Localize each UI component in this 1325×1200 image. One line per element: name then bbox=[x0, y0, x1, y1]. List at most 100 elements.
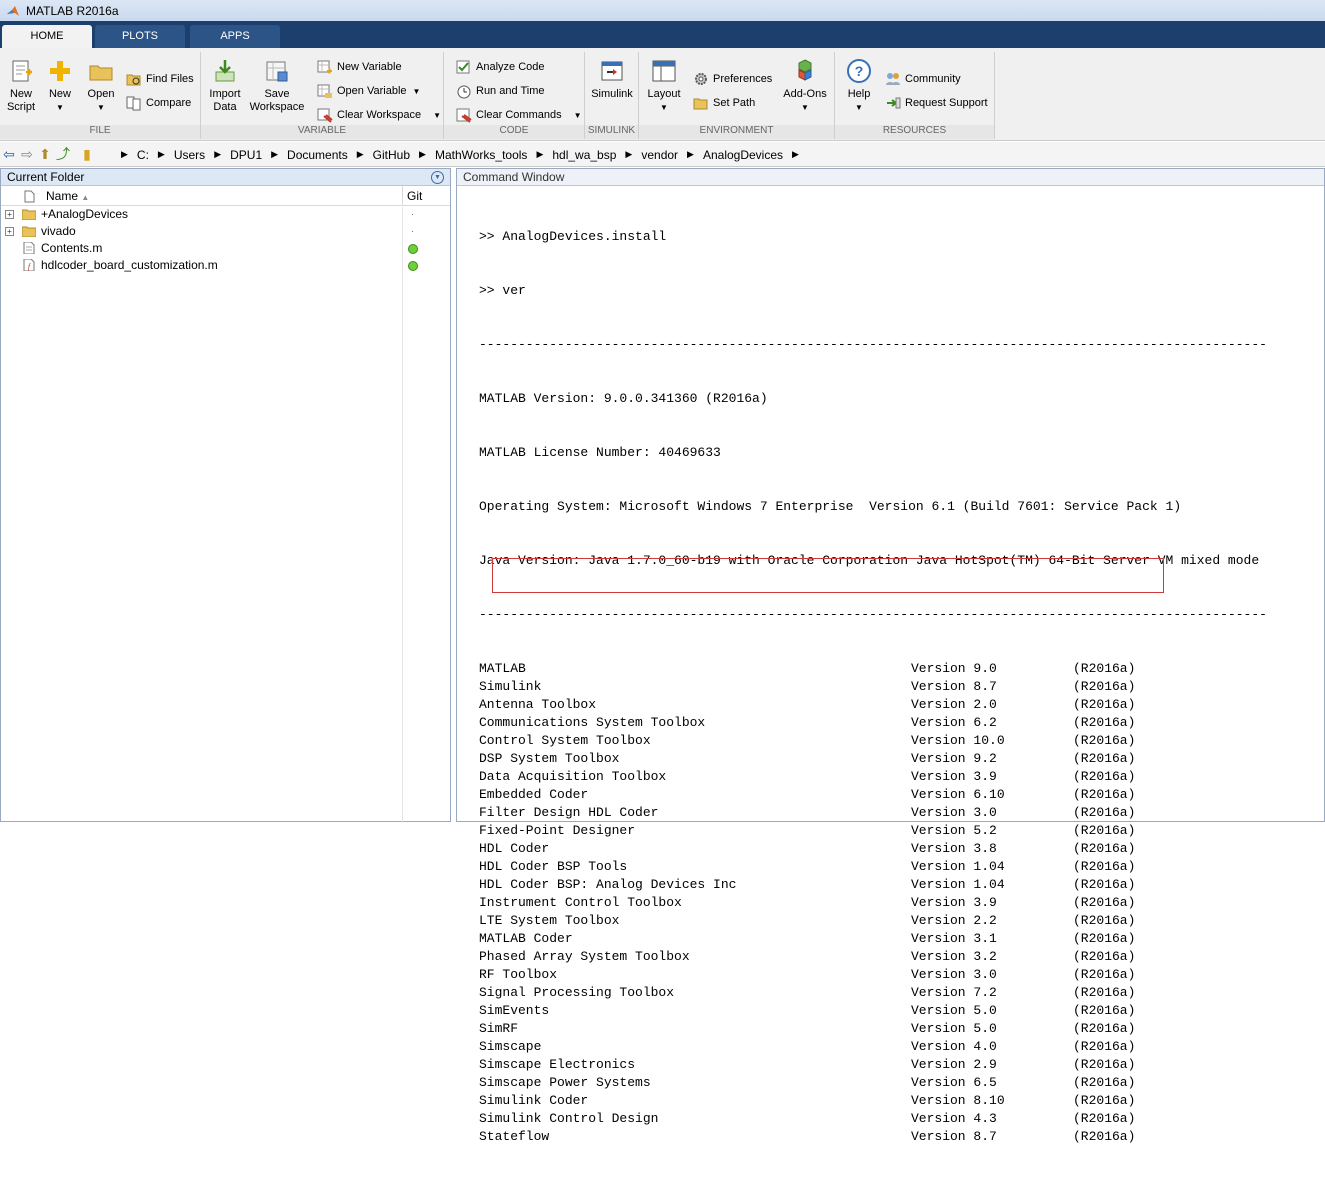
tab-plots[interactable]: PLOTS bbox=[95, 25, 185, 48]
analyze-code-icon bbox=[456, 60, 470, 74]
product-version: Version 8.7 bbox=[911, 1129, 997, 1144]
git-column-header[interactable]: Git bbox=[407, 189, 422, 203]
product-release: (R2016a) bbox=[1073, 823, 1136, 838]
new-variable-icon bbox=[317, 60, 332, 74]
address-bar: ⇦ ⇨ ⬆ ⤴ ▮ ▶ C: ▶ Users ▶ DPU1 ▶ Documents ▶ G… bbox=[0, 142, 1325, 167]
browse-folder-icon[interactable]: ⤴ bbox=[54, 144, 72, 164]
file-name: vivado bbox=[41, 224, 76, 238]
product-row: Simscape Power Systems Version 6.5 (R2016a… bbox=[479, 1074, 1319, 1092]
new-script-button[interactable]: New Script bbox=[4, 54, 38, 114]
import-data-button[interactable]: Import Data bbox=[205, 54, 245, 114]
product-release: (R2016a) bbox=[1073, 1021, 1136, 1036]
find-files-button[interactable]: Find Files bbox=[126, 70, 194, 88]
new-variable-button[interactable]: New Variable bbox=[317, 58, 402, 76]
open-label: Open bbox=[87, 88, 115, 100]
run-and-time-icon bbox=[457, 85, 471, 99]
open-variable-button[interactable]: Open Variable ▼ bbox=[317, 82, 420, 100]
breadcrumb-item[interactable]: ▶ C: bbox=[112, 148, 149, 162]
add-ons-icon bbox=[798, 59, 812, 81]
simulink-icon bbox=[601, 61, 623, 81]
request-support-button[interactable]: Request Support bbox=[885, 94, 988, 112]
product-release: (R2016a) bbox=[1073, 895, 1136, 910]
product-name: Simulink Control Design bbox=[479, 1111, 659, 1126]
expand-icon[interactable]: + bbox=[5, 210, 14, 219]
product-release: (R2016a) bbox=[1073, 679, 1136, 694]
breadcrumb-item[interactable]: ▶ GitHub bbox=[348, 148, 410, 162]
breadcrumb-item[interactable]: ▶ vendor bbox=[616, 148, 678, 162]
product-row: Filter Design HDL Coder Version 3.0 (R2016… bbox=[479, 804, 1319, 822]
open-variable-dropdown-icon[interactable]: ▼ bbox=[413, 87, 421, 96]
list-item[interactable]: Contents.m bbox=[1, 240, 450, 257]
open-button[interactable]: Open ▼ bbox=[84, 54, 118, 114]
clear-commands-dropdown-icon[interactable]: ▼ bbox=[574, 111, 582, 120]
analyze-code-label: Analyze Code bbox=[476, 61, 545, 73]
clear-workspace-button[interactable]: Clear Workspace ▼ bbox=[317, 106, 441, 124]
product-version: Version 9.2 bbox=[911, 751, 997, 766]
run-and-time-button[interactable]: Run and Time bbox=[456, 82, 544, 100]
product-release: (R2016a) bbox=[1073, 697, 1136, 712]
breadcrumb-item[interactable]: ▶ MathWorks_tools bbox=[410, 148, 527, 162]
find-files-label: Find Files bbox=[146, 73, 194, 85]
preferences-button[interactable]: Preferences bbox=[693, 70, 772, 88]
layout-button[interactable]: Layout ▼ bbox=[643, 54, 685, 114]
product-release: (R2016a) bbox=[1073, 805, 1136, 820]
environment-group-label: ENVIRONMENT bbox=[639, 125, 834, 139]
environment-group: Layout ▼ Preferences Set Path Add-Ons ▼ EN… bbox=[639, 52, 835, 139]
breadcrumb-item[interactable]: ▶ Users bbox=[149, 148, 205, 162]
product-row: Data Acquisition Toolbox Version 3.9 (R201… bbox=[479, 768, 1319, 786]
product-name: SimRF bbox=[479, 1021, 519, 1036]
up-folder-icon[interactable]: ⬆ bbox=[36, 146, 54, 163]
breadcrumb-item[interactable]: ▶ hdl_wa_bsp bbox=[527, 148, 616, 162]
product-release: (R2016a) bbox=[1073, 1057, 1136, 1072]
ribbon: New Script New ▼ Open ▼ Find Files Compare… bbox=[0, 48, 1325, 141]
code-group: Analyze Code Run and Time Clear Commands… bbox=[444, 52, 585, 139]
help-button[interactable]: ? Help ▼ bbox=[843, 54, 875, 114]
layout-label: Layout bbox=[647, 88, 681, 100]
new-button[interactable]: New ▼ bbox=[44, 54, 76, 114]
current-folder-title: Current Folder ▼ bbox=[1, 169, 450, 186]
find-files-icon bbox=[126, 74, 141, 86]
breadcrumb-item[interactable]: ▶ AnalogDevices ▶ bbox=[678, 148, 808, 162]
command-window-output[interactable]: >> AnalogDevices.install >> ver --------… bbox=[479, 192, 1319, 1200]
breadcrumb-item[interactable]: ▶ DPU1 bbox=[205, 148, 262, 162]
tab-apps[interactable]: APPS bbox=[190, 25, 280, 48]
clear-workspace-dropdown-icon[interactable]: ▼ bbox=[433, 111, 441, 120]
product-version: Version 5.2 bbox=[911, 823, 997, 838]
save-workspace-button[interactable]: Save Workspace bbox=[249, 54, 305, 114]
product-version: Version 3.1 bbox=[911, 931, 997, 946]
list-item[interactable]: f hdlcoder_board_customization.m bbox=[1, 257, 450, 274]
product-name: Data Acquisition Toolbox bbox=[479, 769, 667, 784]
product-version: Version 3.8 bbox=[911, 841, 997, 856]
import-data-icon bbox=[215, 60, 235, 82]
command-window-panel[interactable]: Command Window >> AnalogDevices.install … bbox=[456, 168, 1325, 1144]
panel-actions-icon[interactable]: ▼ bbox=[431, 171, 444, 184]
list-item[interactable]: + vivado · bbox=[1, 223, 450, 240]
forward-arrow-icon[interactable]: ⇨ bbox=[18, 146, 36, 163]
tab-home[interactable]: HOME bbox=[2, 25, 92, 48]
product-release: (R2016a) bbox=[1073, 1039, 1136, 1054]
plus-icon bbox=[50, 61, 70, 81]
list-item[interactable]: + +AnalogDevices · bbox=[1, 206, 450, 223]
ribbon-tab-bar: HOME PLOTS APPS bbox=[0, 21, 1325, 48]
product-name: HDL Coder bbox=[479, 841, 550, 856]
community-button[interactable]: Community bbox=[885, 70, 961, 88]
separator-line: ----------------------------------------… bbox=[479, 607, 1267, 622]
run-and-time-label: Run and Time bbox=[476, 85, 545, 97]
product-name: MATLAB bbox=[479, 661, 526, 676]
product-release: (R2016a) bbox=[1073, 1129, 1136, 1144]
new-script-icon bbox=[12, 60, 32, 82]
add-ons-button[interactable]: Add-Ons ▼ bbox=[781, 54, 829, 114]
compare-button[interactable]: Compare bbox=[126, 94, 191, 112]
layout-icon bbox=[652, 60, 676, 82]
clear-commands-button[interactable]: Clear Commands ▼ bbox=[456, 106, 582, 124]
new-label: New bbox=[48, 88, 71, 100]
window-title: MATLAB R2016a bbox=[26, 3, 119, 18]
expand-icon[interactable]: + bbox=[5, 227, 14, 236]
set-path-button[interactable]: Set Path bbox=[693, 94, 755, 112]
name-column-header[interactable]: Name ▲ bbox=[46, 189, 89, 203]
breadcrumb-item[interactable]: ▶ Documents bbox=[262, 148, 348, 162]
folder-column-header: Name ▲ Git bbox=[1, 186, 450, 206]
simulink-button[interactable]: Simulink bbox=[589, 54, 635, 101]
analyze-code-button[interactable]: Analyze Code bbox=[456, 58, 545, 76]
back-arrow-icon[interactable]: ⇦ bbox=[0, 146, 18, 163]
